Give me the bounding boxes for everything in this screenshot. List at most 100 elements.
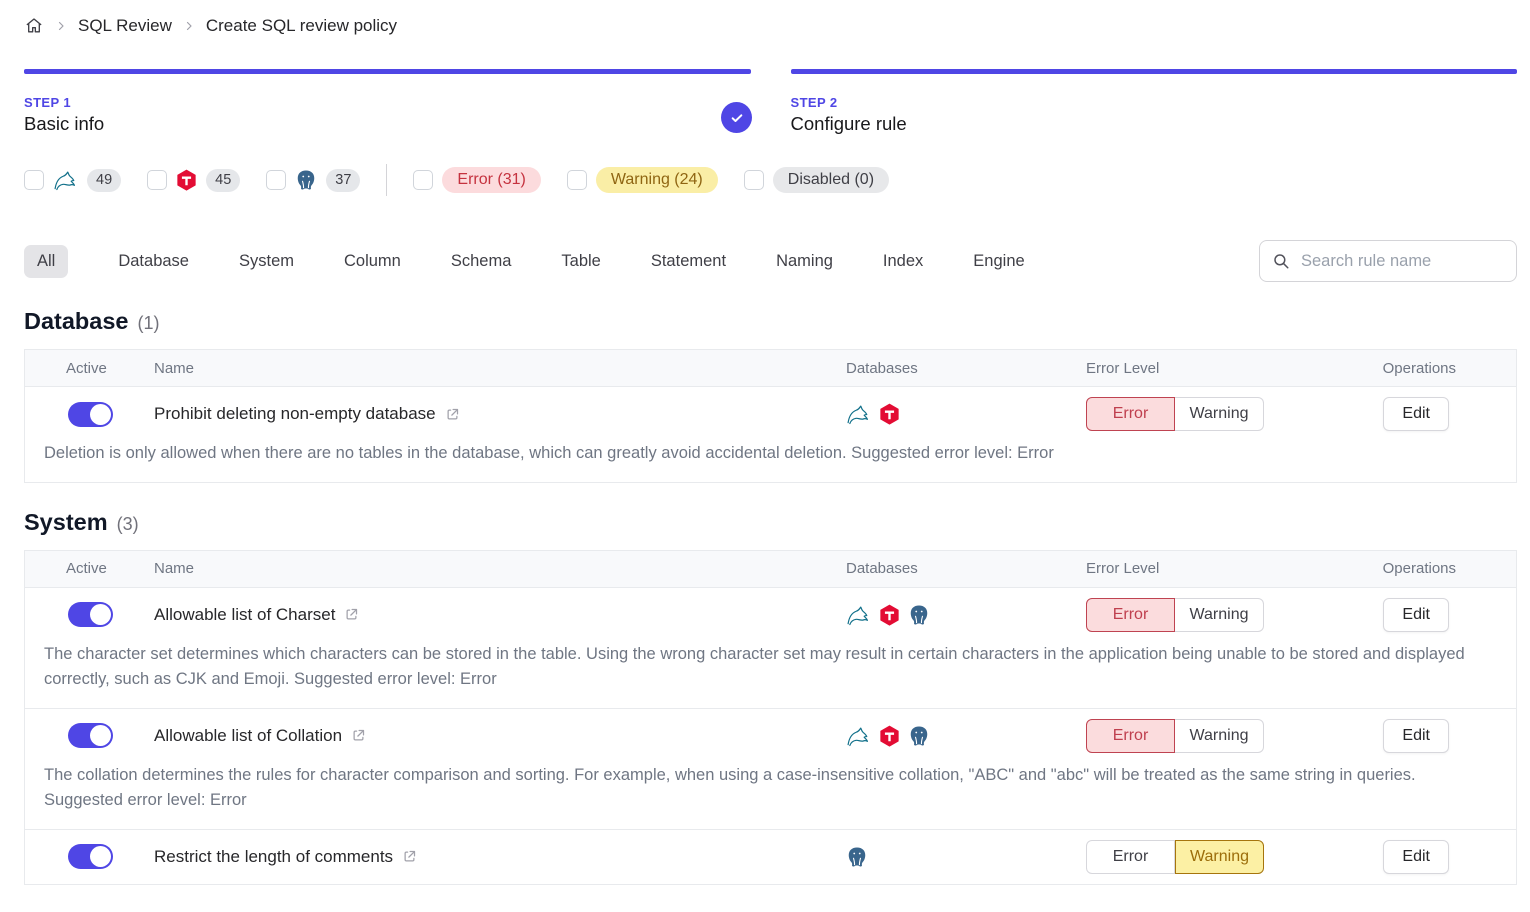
step-2: STEP 2 Configure rule — [791, 69, 1518, 135]
breadcrumb-sql-review[interactable]: SQL Review — [78, 16, 172, 36]
rule-active-toggle[interactable] — [68, 402, 113, 427]
name-cell: Allowable list of Charset — [154, 605, 846, 625]
rule-description: The collation determines the rules for c… — [25, 763, 1516, 829]
column-header: Error Level — [1086, 560, 1286, 577]
external-link-icon[interactable] — [351, 728, 366, 743]
edit-button[interactable]: Edit — [1383, 840, 1449, 874]
column-header: Name — [154, 560, 846, 577]
chevron-right-icon — [183, 20, 195, 32]
category-tab-row: All Database System Column Schema Table Statem… — [24, 240, 1517, 282]
warning-level-button[interactable]: Warning — [1175, 840, 1264, 874]
step-1-label: STEP 1 — [24, 95, 751, 110]
toggle-knob — [90, 404, 111, 425]
column-header: Databases — [846, 360, 1086, 377]
error-level-button[interactable]: Error — [1086, 397, 1175, 431]
databases-cell — [846, 725, 1086, 747]
error-level-segmented-control: ErrorWarning — [1086, 397, 1286, 431]
step-1-progress-bar — [24, 69, 751, 74]
tidb-filter-checkbox[interactable] — [147, 170, 167, 190]
search-rule-input[interactable] — [1299, 251, 1504, 272]
tab-database[interactable]: Database — [118, 245, 189, 278]
column-header: Operations — [1286, 560, 1516, 577]
engine-filter-tidb: 45 — [147, 169, 240, 192]
rule-description: The character set determines which chara… — [25, 642, 1516, 708]
table-header-row: ActiveNameDatabasesError LevelOperations — [25, 551, 1516, 588]
level-filter-warning: Warning (24) — [567, 167, 718, 193]
step-complete-check-icon — [721, 102, 752, 133]
tidb-icon — [879, 403, 900, 425]
warning-filter-checkbox[interactable] — [567, 170, 587, 190]
toggle-knob — [90, 725, 111, 746]
section-title: Database — [24, 308, 129, 335]
filter-divider — [386, 164, 387, 196]
warning-level-button[interactable]: Warning — [1175, 719, 1264, 753]
step-1-title: Basic info — [24, 113, 751, 135]
rule-active-toggle[interactable] — [68, 723, 113, 748]
error-filter-pill[interactable]: Error (31) — [442, 167, 540, 193]
edit-button[interactable]: Edit — [1383, 397, 1449, 431]
rule-name: Restrict the length of comments — [154, 847, 393, 867]
toggle-knob — [90, 846, 111, 867]
postgres-icon — [908, 725, 930, 747]
step-1: STEP 1 Basic info — [24, 69, 751, 135]
search-icon — [1272, 252, 1290, 270]
postgres-filter-checkbox[interactable] — [266, 170, 286, 190]
tab-schema[interactable]: Schema — [451, 245, 512, 278]
tab-table[interactable]: Table — [561, 245, 600, 278]
name-cell: Prohibit deleting non-empty database — [154, 404, 846, 424]
error-level-button[interactable]: Error — [1086, 719, 1175, 753]
rule-table: ActiveNameDatabasesError LevelOperations… — [24, 550, 1517, 885]
toggle-knob — [90, 604, 111, 625]
warning-level-button[interactable]: Warning — [1175, 397, 1264, 431]
section-count: (1) — [138, 313, 160, 334]
tab-statement[interactable]: Statement — [651, 245, 726, 278]
column-header: Active — [25, 560, 154, 577]
databases-cell — [846, 604, 1086, 626]
external-link-icon[interactable] — [445, 407, 460, 422]
rule-active-toggle[interactable] — [68, 602, 113, 627]
column-header: Operations — [1286, 360, 1516, 377]
tidb-icon — [879, 604, 900, 626]
tab-all[interactable]: All — [24, 245, 68, 278]
rule-row: Allowable list of CollationErrorWarningE… — [25, 709, 1516, 763]
active-cell — [25, 723, 154, 748]
edit-button[interactable]: Edit — [1383, 598, 1449, 632]
warning-level-button[interactable]: Warning — [1175, 598, 1264, 632]
external-link-icon[interactable] — [344, 607, 359, 622]
step-2-title: Configure rule — [791, 113, 1518, 135]
rule-row: Prohibit deleting non-empty database Erro… — [25, 387, 1516, 441]
sql-review-page: SQL Review Create SQL review policy STEP… — [0, 0, 1530, 885]
rule-row: Restrict the length of comments ErrorWarn… — [25, 830, 1516, 884]
tab-column[interactable]: Column — [344, 245, 401, 278]
tab-naming[interactable]: Naming — [776, 245, 833, 278]
postgres-icon — [295, 169, 317, 191]
error-level-button[interactable]: Error — [1086, 840, 1175, 874]
databases-cell — [846, 846, 1086, 868]
error-filter-checkbox[interactable] — [413, 170, 433, 190]
mysql-filter-checkbox[interactable] — [24, 170, 44, 190]
home-icon[interactable] — [24, 16, 44, 35]
filter-bar: 494537 Error (31)Warning (24)Disabled (0… — [24, 164, 1517, 196]
active-cell — [25, 844, 154, 869]
rule-table: ActiveNameDatabasesError LevelOperations… — [24, 349, 1517, 483]
active-cell — [25, 602, 154, 627]
warning-filter-pill[interactable]: Warning (24) — [596, 167, 718, 193]
tab-system[interactable]: System — [239, 245, 294, 278]
external-link-icon[interactable] — [402, 849, 417, 864]
disabled-filter-checkbox[interactable] — [744, 170, 764, 190]
section-title: System — [24, 509, 108, 536]
rule-section: System(3)ActiveNameDatabasesError LevelO… — [24, 509, 1517, 885]
rule-description: Deletion is only allowed when there are … — [25, 441, 1516, 482]
error-level-cell: ErrorWarning — [1086, 598, 1286, 632]
mysql-icon — [846, 604, 871, 626]
tab-index[interactable]: Index — [883, 245, 923, 278]
tab-engine[interactable]: Engine — [973, 245, 1024, 278]
rule-active-toggle[interactable] — [68, 844, 113, 869]
table-header-row: ActiveNameDatabasesError LevelOperations — [25, 350, 1516, 387]
edit-button[interactable]: Edit — [1383, 719, 1449, 753]
error-level-button[interactable]: Error — [1086, 598, 1175, 632]
disabled-filter-pill[interactable]: Disabled (0) — [773, 167, 889, 193]
rule-row: Allowable list of Charset ErrorWarning Edi… — [25, 588, 1516, 642]
error-level-segmented-control: ErrorWarning — [1086, 840, 1286, 874]
error-level-segmented-control: ErrorWarning — [1086, 598, 1286, 632]
